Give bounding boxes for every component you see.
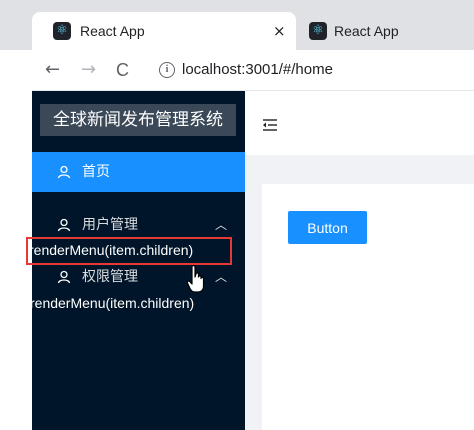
sidebar-item-label: 用户管理: [82, 217, 138, 233]
user-icon: [57, 165, 71, 179]
browser-tab-active[interactable]: ⚛ React App ×: [32, 12, 296, 50]
info-icon[interactable]: i: [159, 62, 175, 78]
react-favicon-icon: ⚛: [309, 22, 327, 40]
tab-title: React App: [80, 23, 145, 39]
chevron-up-icon: ︿: [215, 270, 228, 284]
browser-toolbar: ← → C i localhost:3001/#/home: [32, 50, 474, 91]
react-favicon-icon: ⚛: [53, 22, 71, 40]
forward-icon[interactable]: →: [81, 60, 96, 80]
reload-icon[interactable]: C: [116, 60, 129, 80]
primary-button[interactable]: Button: [288, 211, 367, 244]
render-menu-label: renderMenu(item.children): [30, 295, 195, 311]
sidebar-item-permission-management[interactable]: 权限管理 ︿: [32, 257, 245, 297]
close-icon[interactable]: ×: [273, 22, 286, 40]
user-icon: [57, 218, 71, 232]
app-logo-title: 全球新闻发布管理系统: [40, 104, 236, 136]
sidebar-item-home[interactable]: 首页: [32, 152, 245, 192]
user-icon: [57, 270, 71, 284]
back-icon[interactable]: ←: [45, 60, 60, 80]
hand-cursor-icon: [186, 264, 205, 293]
sidebar-item-label: 权限管理: [82, 269, 138, 285]
menu-fold-icon[interactable]: [262, 118, 278, 132]
address-bar[interactable]: localhost:3001/#/home: [182, 60, 333, 80]
sidebar-item-label: 首页: [82, 164, 110, 180]
browser-tab-inactive[interactable]: ⚛ React App: [298, 12, 474, 50]
chevron-up-icon: ︿: [215, 218, 228, 232]
page-header: [245, 91, 474, 155]
tab-title: React App: [334, 23, 399, 39]
